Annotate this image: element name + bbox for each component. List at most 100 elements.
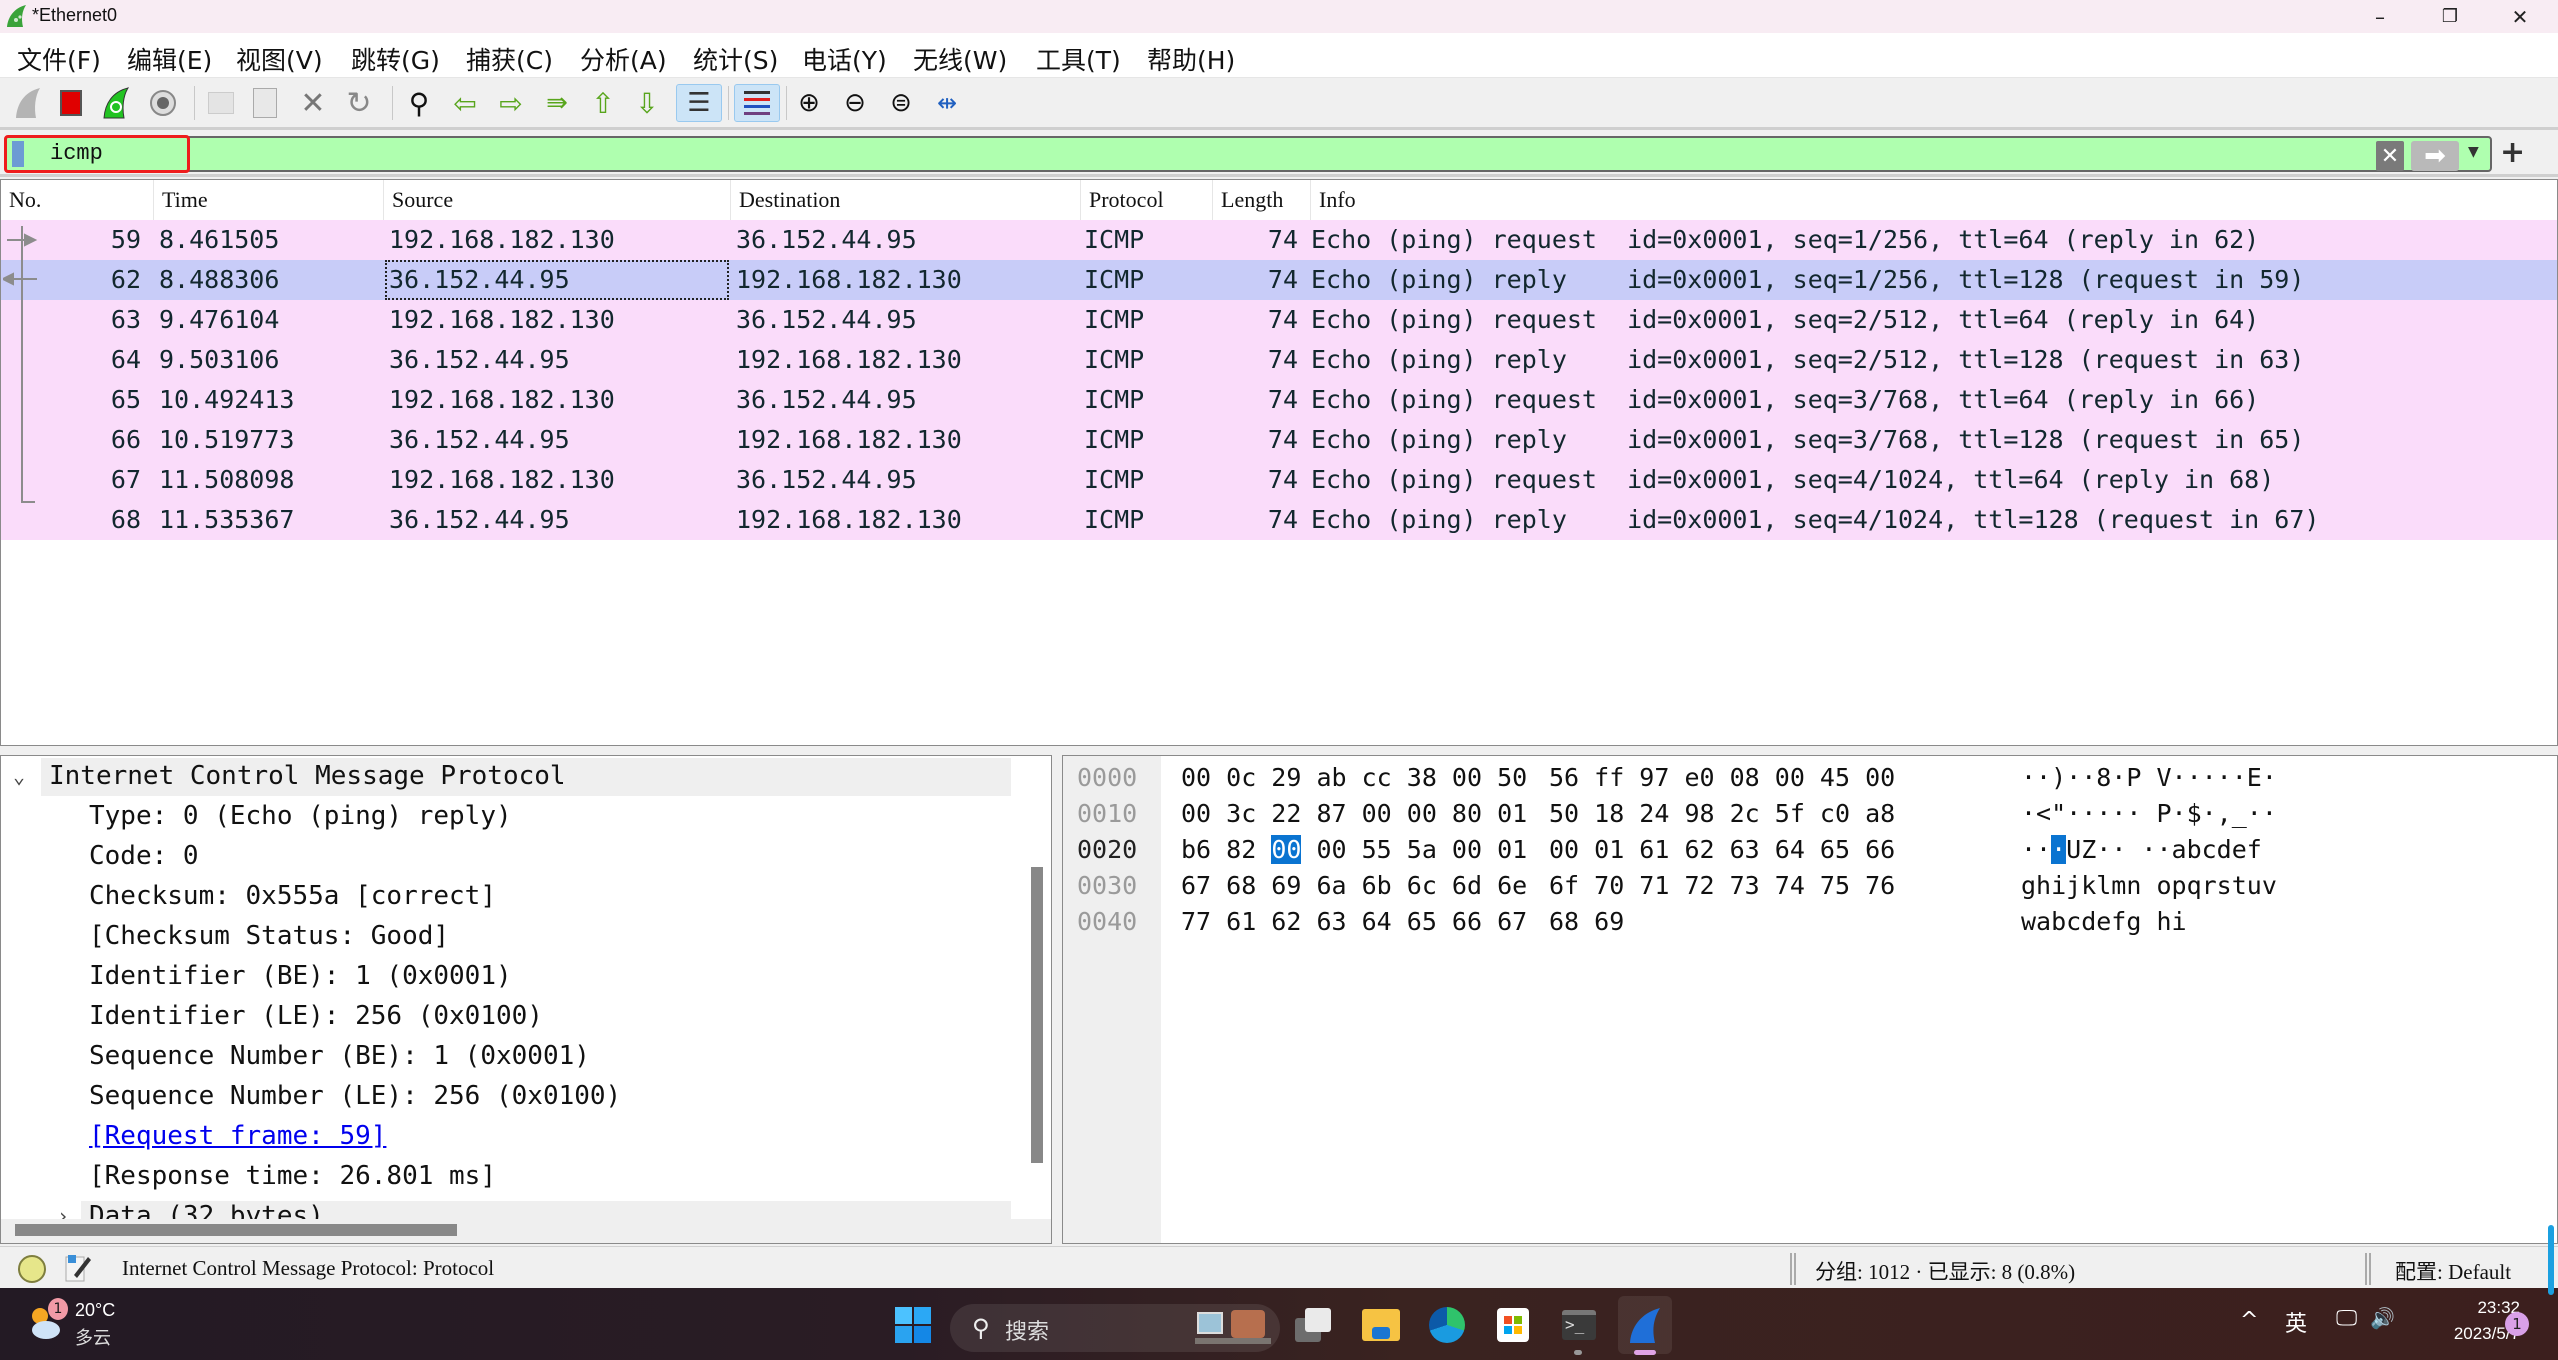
detail-field-checksum-status[interactable]: [Checksum Status: Good]: [89, 916, 449, 956]
clock-date[interactable]: 2023/5/7: [2400, 1324, 2520, 1344]
column-header-destination[interactable]: Destination: [731, 180, 1081, 220]
packet-row[interactable]: 66 10.519773 36.152.44.95 192.168.182.130 IC…: [1, 420, 2557, 460]
hex-ascii[interactable]: ·<"····· P·$·,_··: [2021, 796, 2277, 832]
taskbar-search-label[interactable]: 搜索: [1005, 1314, 1049, 1346]
menu-view[interactable]: 视图(V): [236, 41, 323, 77]
go-last-icon[interactable]: ⇩: [628, 84, 666, 122]
detail-field-type[interactable]: Type: 0 (Echo (ping) reply): [89, 796, 512, 836]
selected-hex-byte[interactable]: 00: [1271, 835, 1302, 864]
menu-edit[interactable]: 编辑(E): [127, 41, 212, 77]
go-back-icon[interactable]: ⇦: [446, 84, 484, 122]
packet-list[interactable]: No. Time Source Destination Protocol Len…: [0, 179, 2558, 746]
column-header-length[interactable]: Length: [1213, 180, 1311, 220]
auto-scroll-icon[interactable]: ☰: [676, 84, 722, 122]
menu-help[interactable]: 帮助(H): [1147, 41, 1235, 77]
reload-file-icon[interactable]: ↻: [340, 84, 378, 122]
detail-field-seq-be[interactable]: Sequence Number (BE): 1 (0x0001): [89, 1036, 590, 1076]
details-vertical-scrollbar[interactable]: [1031, 867, 1043, 1163]
zoom-in-icon[interactable]: ⊕: [790, 84, 828, 122]
menu-tools[interactable]: 工具(T): [1036, 41, 1121, 77]
detail-field-response-time[interactable]: [Response time: 26.801 ms]: [89, 1156, 496, 1196]
column-header-time[interactable]: Time: [154, 180, 384, 220]
packet-row[interactable]: 65 10.492413 192.168.182.130 36.152.44.95 IC…: [1, 380, 2557, 420]
hex-bytes[interactable]: b6 82: [1181, 835, 1271, 864]
menu-analyze[interactable]: 分析(A): [580, 41, 667, 77]
hex-bytes[interactable]: 00 55 5a 00 01: [1301, 835, 1527, 864]
zoom-out-icon[interactable]: ⊖: [836, 84, 874, 122]
packet-row[interactable]: 67 11.508098 192.168.182.130 36.152.44.95 IC…: [1, 460, 2557, 500]
column-header-no[interactable]: No.: [1, 180, 154, 220]
hex-ascii[interactable]: ···UZ·· ··abcdef: [2021, 832, 2262, 868]
column-header-source[interactable]: Source: [384, 180, 731, 220]
weather-description[interactable]: 多云: [75, 1324, 111, 1350]
packet-details-pane[interactable]: ⌄ Internet Control Message Protocol Type…: [0, 755, 1052, 1244]
input-method-indicator[interactable]: 英: [2285, 1306, 2307, 1338]
start-capture-icon[interactable]: [10, 84, 48, 122]
hex-ascii[interactable]: ghijklmn opqrstuv: [2021, 868, 2277, 904]
go-to-packet-icon[interactable]: ⇛: [538, 84, 576, 122]
weather-temperature[interactable]: 20°C: [75, 1300, 115, 1321]
profile-status[interactable]: 配置: Default: [2395, 1256, 2511, 1286]
menu-statistics[interactable]: 统计(S): [693, 41, 778, 77]
packet-row[interactable]: 63 9.476104 192.168.182.130 36.152.44.95 ICM…: [1, 300, 2557, 340]
close-button[interactable]: ✕: [2485, 0, 2555, 33]
terminal-icon[interactable]: >_: [1556, 1302, 1602, 1348]
volume-slider-handle[interactable]: [2548, 1225, 2554, 1295]
hex-bytes-group-a[interactable]: 00 3c 22 87 00 00 80 01: [1181, 796, 1527, 832]
wireshark-taskbar-icon[interactable]: [1618, 1296, 1672, 1354]
save-file-icon[interactable]: [246, 84, 284, 122]
hex-bytes-group-b[interactable]: 68 69: [1549, 904, 1624, 940]
close-file-icon[interactable]: ✕: [294, 84, 332, 122]
network-icon[interactable]: 🖵: [2336, 1306, 2357, 1331]
hex-bytes-group-a[interactable]: 77 61 62 63 64 65 66 67: [1181, 904, 1527, 940]
tray-overflow-chevron-icon[interactable]: ^: [2240, 1308, 2258, 1333]
minimize-button[interactable]: –: [2345, 0, 2415, 33]
open-file-icon[interactable]: [202, 84, 240, 122]
collapse-toggle-icon[interactable]: ⌄: [13, 756, 25, 796]
restart-capture-icon[interactable]: [98, 84, 136, 122]
ascii-text[interactable]: ··: [2021, 835, 2051, 864]
expert-info-led-icon[interactable]: [18, 1255, 46, 1283]
packet-row[interactable]: 62 8.488306 36.152.44.95 192.168.182.130 ICM…: [1, 260, 2557, 300]
packet-row[interactable]: 64 9.503106 36.152.44.95 192.168.182.130 ICM…: [1, 340, 2557, 380]
detail-field-identifier-be[interactable]: Identifier (BE): 1 (0x0001): [89, 956, 512, 996]
filter-history-dropdown-icon[interactable]: ▼: [2468, 144, 2479, 160]
column-header-protocol[interactable]: Protocol: [1081, 180, 1213, 220]
go-forward-icon[interactable]: ⇨: [492, 84, 530, 122]
hex-bytes-group-b[interactable]: 6f 70 71 72 73 74 75 76: [1549, 868, 1895, 904]
hex-ascii[interactable]: wabcdefg hi: [2021, 904, 2187, 940]
detail-field-checksum[interactable]: Checksum: 0x555a [correct]: [89, 876, 496, 916]
hex-bytes-group-b[interactable]: 00 01 61 62 63 64 65 66: [1549, 832, 1895, 868]
edge-browser-icon[interactable]: [1424, 1302, 1470, 1348]
restore-button[interactable]: ❐: [2415, 0, 2485, 33]
find-packet-icon[interactable]: ⚲: [400, 84, 438, 122]
windows-start-icon[interactable]: [895, 1307, 931, 1343]
details-horizontal-scrollbar[interactable]: [15, 1224, 457, 1236]
stop-capture-icon[interactable]: [52, 84, 90, 122]
volume-icon[interactable]: 🔊: [2370, 1306, 2395, 1330]
menu-go[interactable]: 跳转(G): [351, 41, 440, 77]
add-filter-button-icon[interactable]: +: [2500, 135, 2525, 170]
hex-bytes-group-a[interactable]: b6 82 00 00 55 5a 00 01: [1181, 832, 1527, 868]
hex-bytes-group-b[interactable]: 50 18 24 98 2c 5f c0 a8: [1549, 796, 1895, 832]
packet-row[interactable]: 59 8.461505 192.168.182.130 36.152.44.95 ICM…: [1, 220, 2557, 260]
apply-filter-icon[interactable]: ➡: [2411, 141, 2459, 171]
hex-bytes-group-a[interactable]: 67 68 69 6a 6b 6c 6d 6e: [1181, 868, 1527, 904]
selected-ascii-char[interactable]: ·: [2051, 835, 2067, 864]
menu-file[interactable]: 文件(F): [17, 41, 101, 77]
hex-bytes-group-b[interactable]: 56 ff 97 e0 08 00 45 00: [1549, 760, 1895, 796]
ascii-text[interactable]: UZ·· ··abcdef: [2066, 835, 2262, 864]
microsoft-store-icon[interactable]: [1490, 1302, 1536, 1348]
file-explorer-icon[interactable]: [1358, 1302, 1404, 1348]
request-frame-link[interactable]: [Request frame: 59]: [89, 1116, 386, 1156]
detail-field-seq-le[interactable]: Sequence Number (LE): 256 (0x0100): [89, 1076, 621, 1116]
menu-wireless[interactable]: 无线(W): [913, 41, 1007, 77]
display-filter-input[interactable]: icmp ✕ ➡ ▼: [4, 136, 2492, 172]
capture-comment-icon[interactable]: [64, 1253, 92, 1283]
hex-ascii[interactable]: ··)··8·P V·····E·: [2021, 760, 2277, 796]
column-header-info[interactable]: Info: [1311, 180, 2557, 220]
packet-row[interactable]: 68 11.535367 36.152.44.95 192.168.182.130 IC…: [1, 500, 2557, 540]
hex-bytes-group-a[interactable]: 00 0c 29 ab cc 38 00 50: [1181, 760, 1527, 796]
clear-filter-icon[interactable]: ✕: [2376, 141, 2404, 171]
detail-field-identifier-le[interactable]: Identifier (LE): 256 (0x0100): [89, 996, 543, 1036]
